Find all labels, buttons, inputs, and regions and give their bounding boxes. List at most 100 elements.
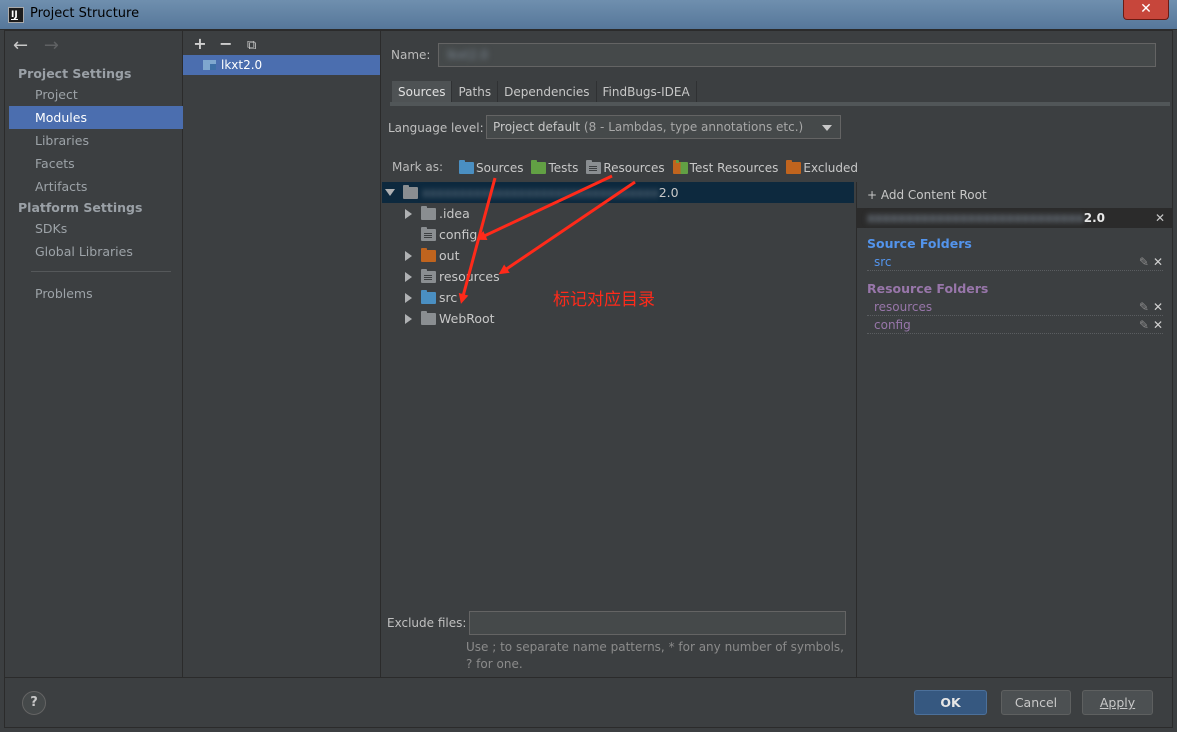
language-level-detail: (8 - Lambdas, type annotations etc.) <box>583 120 804 134</box>
expand-arrow-icon[interactable] <box>405 314 412 324</box>
intellij-app-icon: IJ <box>8 7 24 23</box>
content-root-tree: xxxxxxxxxxxxxxxxxxxxxxxxxxxxxxxx2.0 .ide… <box>382 182 854 608</box>
add-content-root-button[interactable]: + Add Content Root <box>867 188 987 202</box>
tree-row-resources[interactable]: resources <box>382 266 854 287</box>
sources-folder-icon <box>459 160 474 174</box>
tree-row-webroot[interactable]: WebRoot <box>382 308 854 329</box>
mark-test-resources-button[interactable]: Test Resources <box>672 160 779 175</box>
module-list-panel: + − ⧉ lkxt2.0 <box>183 31 381 677</box>
remove-content-root-icon[interactable]: ✕ <box>1155 208 1165 228</box>
expand-arrow-icon[interactable] <box>405 293 412 303</box>
title-bar: IJ Project Structure ✕ <box>0 0 1177 30</box>
help-icon[interactable]: ? <box>22 691 46 715</box>
tree-label-src: src <box>439 290 458 305</box>
exclude-files-input[interactable] <box>469 611 846 635</box>
content-root-blurred-path: xxxxxxxxxxxxxxxxxxxxxxxxxxxx <box>867 211 1084 225</box>
nav-item-modules[interactable]: Modules <box>9 106 183 129</box>
nav-item-sdks[interactable]: SDKs <box>9 217 183 240</box>
nav-item-global-libraries[interactable]: Global Libraries <box>9 240 183 263</box>
module-list-item[interactable]: lkxt2.0 <box>183 55 380 75</box>
tree-row-config[interactable]: config <box>382 224 854 245</box>
forward-arrow-icon[interactable]: → <box>44 35 59 56</box>
tree-root-blurred-path: xxxxxxxxxxxxxxxxxxxxxxxxxxxxxxxx <box>422 185 659 200</box>
nav-item-artifacts[interactable]: Artifacts <box>9 175 183 198</box>
nav-history: ← → <box>13 35 69 56</box>
tree-label-out: out <box>439 248 460 263</box>
tree-root-suffix: 2.0 <box>658 185 679 200</box>
edit-pencil-icon[interactable]: ✎ <box>1139 318 1149 332</box>
expand-arrow-icon[interactable] <box>405 272 412 282</box>
entry-actions: ✎ ✕ <box>1139 253 1163 271</box>
nav-divider <box>31 271 171 272</box>
expand-arrow-icon[interactable] <box>405 251 412 261</box>
dialog-frame: ← → Project Settings Project Modules Lib… <box>4 30 1173 728</box>
tab-dependencies[interactable]: Dependencies <box>498 81 597 103</box>
mark-resources-label: Resources <box>603 161 665 175</box>
excluded-folder-icon <box>421 248 436 262</box>
nav-item-facets[interactable]: Facets <box>9 152 183 175</box>
mark-resources-button[interactable]: Resources <box>586 160 665 175</box>
module-name-input[interactable]: lkxt2.0 <box>438 43 1156 67</box>
mark-sources-button[interactable]: Sources <box>459 160 523 175</box>
dropdown-caret-icon <box>822 125 832 131</box>
expand-arrow-icon[interactable] <box>405 209 412 219</box>
mark-excluded-label: Excluded <box>803 161 859 175</box>
nav-section-project-settings: Project Settings <box>18 66 132 81</box>
tree-root-label: xxxxxxxxxxxxxxxxxxxxxxxxxxxxxxxx2.0 <box>422 182 679 203</box>
remove-folder-icon[interactable]: ✕ <box>1153 318 1163 332</box>
source-folders-title: Source Folders <box>867 236 972 251</box>
module-folder-icon <box>203 60 216 70</box>
module-tabs: Sources Paths Dependencies FindBugs-IDEA <box>392 81 697 103</box>
tree-row-idea[interactable]: .idea <box>382 203 854 224</box>
tree-row-out[interactable]: out <box>382 245 854 266</box>
tree-label-config: config <box>439 227 478 242</box>
tab-sources[interactable]: Sources <box>392 81 453 103</box>
add-module-button[interactable]: + <box>189 34 211 53</box>
ok-button[interactable]: OK <box>914 690 987 715</box>
folder-icon <box>421 311 436 325</box>
collapse-arrow-icon[interactable] <box>385 189 395 196</box>
resources-folder-icon <box>421 227 436 241</box>
nav-item-problems[interactable]: Problems <box>9 282 183 305</box>
copy-module-button[interactable]: ⧉ <box>241 38 263 53</box>
nav-item-project[interactable]: Project <box>9 83 183 106</box>
remove-folder-icon[interactable]: ✕ <box>1153 300 1163 314</box>
source-folder-name: src <box>874 255 892 269</box>
annotation-text: 标记对应目录 <box>553 290 655 310</box>
source-folder-entry[interactable]: src ✎ ✕ <box>867 253 1163 271</box>
name-label: Name: <box>391 48 431 62</box>
module-list-item-label: lkxt2.0 <box>221 58 263 72</box>
excluded-folder-icon <box>786 160 802 174</box>
remove-folder-icon[interactable]: ✕ <box>1153 255 1163 269</box>
mark-excluded-button[interactable]: Excluded <box>786 160 859 175</box>
edit-pencil-icon[interactable]: ✎ <box>1139 300 1149 314</box>
resource-folder-entry[interactable]: resources ✎ ✕ <box>867 298 1163 316</box>
cancel-button[interactable]: Cancel <box>1001 690 1071 715</box>
entry-actions: ✎ ✕ <box>1139 298 1163 316</box>
language-level-select[interactable]: Project default (8 - Lambdas, type annot… <box>486 115 841 139</box>
test-resources-folder-icon <box>672 160 688 174</box>
tab-underline <box>390 102 1170 106</box>
back-arrow-icon[interactable]: ← <box>13 35 28 56</box>
window-close-button[interactable]: ✕ <box>1123 0 1169 20</box>
remove-module-button[interactable]: − <box>215 34 237 53</box>
resources-folder-icon <box>421 269 436 283</box>
edit-pencil-icon[interactable]: ✎ <box>1139 255 1149 269</box>
tab-paths[interactable]: Paths <box>452 81 499 103</box>
settings-nav: ← → Project Settings Project Modules Lib… <box>5 31 183 677</box>
content-root-suffix: 2.0 <box>1083 211 1105 225</box>
mark-as-label: Mark as: <box>392 160 444 174</box>
language-level-main: Project default <box>493 120 581 134</box>
mark-test-resources-label: Test Resources <box>689 161 779 175</box>
nav-item-libraries[interactable]: Libraries <box>9 129 183 152</box>
module-name-value: lkxt2.0 <box>447 48 489 62</box>
resource-folder-entry[interactable]: config ✎ ✕ <box>867 316 1163 334</box>
tab-findbugs-idea[interactable]: FindBugs-IDEA <box>596 81 697 103</box>
mark-tests-button[interactable]: Tests <box>531 160 578 175</box>
resource-folders-title: Resource Folders <box>867 281 989 296</box>
tree-row-root[interactable]: xxxxxxxxxxxxxxxxxxxxxxxxxxxxxxxx2.0 <box>382 182 854 203</box>
content-root-panel: + Add Content Root xxxxxxxxxxxxxxxxxxxxx… <box>856 182 1173 677</box>
apply-button[interactable]: Apply <box>1082 690 1153 715</box>
folder-icon <box>403 185 418 199</box>
content-root-path: xxxxxxxxxxxxxxxxxxxxxxxxxxxx2.0 ✕ <box>857 208 1173 228</box>
